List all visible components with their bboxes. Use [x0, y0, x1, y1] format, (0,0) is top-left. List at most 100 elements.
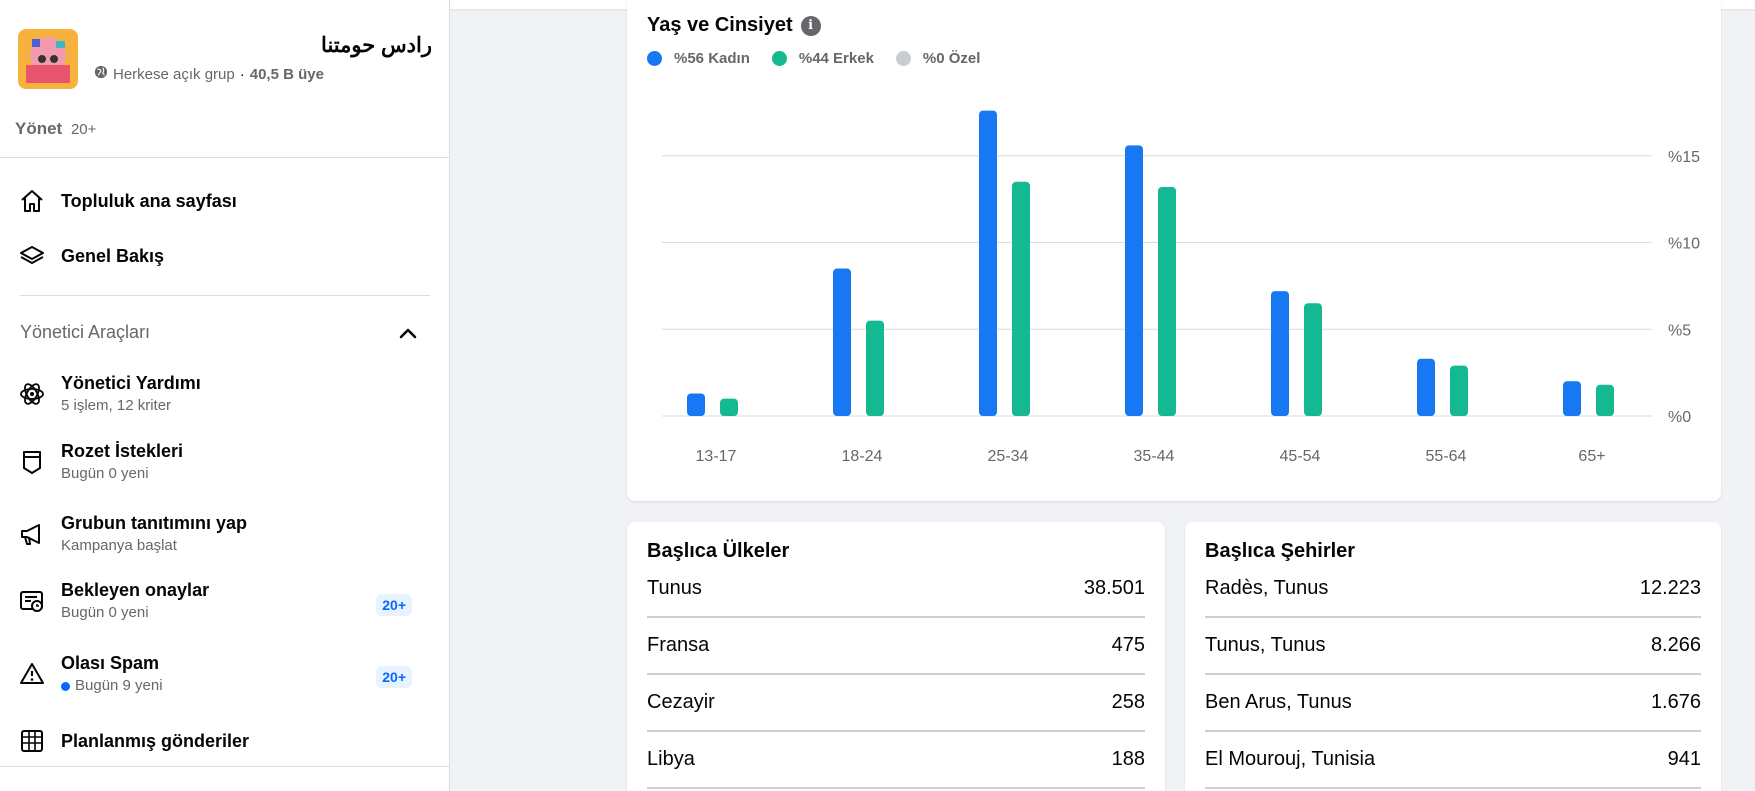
nav-badge-requests-label: Rozet İstekleri — [61, 441, 184, 461]
table-row: Libya 188 — [647, 732, 1145, 789]
nav-overview[interactable]: Genel Bakış — [18, 242, 432, 270]
country-name: Tunus — [647, 577, 702, 599]
top-countries-title: Başlıca Ülkeler — [647, 540, 790, 562]
age-gender-chart: %0 %5 %10 %15 13-17 18-24 25-34 35-44 45-54 55-64… — [662, 110, 1700, 465]
badge-icon — [18, 448, 46, 476]
nav-promote[interactable]: Grubun tanıtımını yap Kampanya başlat — [18, 512, 432, 556]
legend-item-men[interactable]: %44 Erkek — [771, 50, 874, 67]
calendar-icon — [18, 727, 46, 755]
x-tick-label: 35-44 — [1134, 448, 1175, 465]
nav-spam-sub: Bugün 9 yeni — [61, 676, 163, 696]
group-meta: Herkese açık grup · 40,5 B üye — [94, 65, 324, 83]
nav-promote-label: Grubun tanıtımını yap — [61, 513, 248, 533]
nav-pending-label: Bekleyen onaylar — [61, 580, 210, 600]
legend-label-other: %0 Özel — [922, 50, 981, 67]
nav-community-home-label: Topluluk ana sayfası — [61, 191, 237, 211]
nav-spam[interactable]: Olası Spam Bugün 9 yeni 20+ — [18, 652, 432, 696]
legend-dot-women — [647, 51, 662, 66]
manage-header: Yönet 20+ — [15, 119, 96, 139]
y-tick-label: %10 — [1668, 236, 1700, 253]
admin-tools-title: Yönetici Araçları — [20, 322, 151, 342]
nav-pending[interactable]: Bekleyen onaylar Bugün 0 yeni 20+ — [18, 579, 432, 623]
bar-women[interactable] — [1563, 381, 1581, 416]
bar-men[interactable] — [1450, 365, 1468, 416]
nav-community-home[interactable]: Topluluk ana sayfası — [18, 187, 432, 215]
bar-men[interactable] — [866, 320, 884, 416]
city-value: 12.223 — [1639, 577, 1701, 599]
city-name: El Mourouj, Tunisia — [1205, 748, 1376, 770]
chevron-up-icon[interactable] — [396, 322, 420, 346]
x-tick-label: 45-54 — [1280, 448, 1321, 465]
country-value: 188 — [1111, 748, 1145, 770]
country-value: 38.501 — [1083, 577, 1145, 599]
nav-spam-sub-text: Bugün 9 yeni — [75, 677, 163, 694]
x-tick-label: 13-17 — [696, 448, 737, 465]
chart-title: Yaş ve Cinsiyet — [647, 14, 793, 36]
nav-overview-label: Genel Bakış — [61, 246, 165, 266]
nav-scheduled[interactable]: Planlanmış gönderiler — [18, 727, 432, 755]
bar-men[interactable] — [1012, 181, 1030, 416]
table-row: Ben Arus, Tunus 1.676 — [1205, 675, 1701, 732]
bar-men[interactable] — [1596, 384, 1614, 416]
sidebar: رادس حومتنا Herkese açık grup · 40,5 B ü… — [0, 0, 450, 791]
table-row: El Mourouj, Tunisia 941 — [1205, 732, 1701, 789]
bar-women[interactable] — [687, 393, 705, 416]
legend-item-other[interactable]: %0 Özel — [895, 50, 981, 67]
city-name: Ben Arus, Tunus — [1205, 691, 1352, 713]
nav-scheduled-label: Planlanmış gönderiler — [61, 731, 250, 751]
city-name: Tunus, Tunus — [1205, 634, 1326, 656]
group-header: رادس حومتنا Herkese açık grup · 40,5 B ü… — [18, 29, 432, 89]
bar-men[interactable] — [720, 398, 738, 416]
manage-count: 20+ — [70, 121, 97, 138]
y-tick-label: %0 — [1668, 409, 1691, 426]
table-row: Tunus 38.501 — [647, 561, 1145, 618]
group-name[interactable]: رادس حومتنا — [321, 33, 432, 58]
layers-icon — [18, 242, 46, 270]
bar-women[interactable] — [979, 110, 997, 416]
nav-admin-assist[interactable]: Yönetici Yardımı 5 işlem, 12 kriter — [18, 372, 432, 416]
info-icon[interactable]: i — [800, 15, 821, 36]
bar-women[interactable] — [1271, 291, 1289, 416]
bar-women[interactable] — [1125, 145, 1143, 416]
nav-badge-requests[interactable]: Rozet İstekleri Bugün 0 yeni — [18, 440, 432, 484]
legend-dot-men — [771, 51, 787, 66]
country-value: 258 — [1111, 691, 1145, 713]
city-name: Radès, Tunus — [1205, 577, 1329, 599]
x-tick-label: 55-64 — [1426, 448, 1467, 465]
pending-list-icon — [18, 587, 46, 615]
divider — [20, 295, 430, 296]
country-name: Libya — [647, 748, 695, 770]
table-row: Fransa 475 — [647, 618, 1145, 675]
legend-label-women: %56 Kadın — [674, 50, 750, 67]
bar-men[interactable] — [1158, 186, 1176, 416]
y-tick-label: %15 — [1668, 149, 1700, 166]
group-avatar[interactable] — [18, 29, 78, 89]
group-members[interactable]: 40,5 B üye — [250, 66, 324, 83]
table-row: Cezayir 258 — [647, 675, 1145, 732]
x-tick-label: 18-24 — [842, 448, 883, 465]
legend-item-women[interactable]: %56 Kadın — [647, 50, 750, 67]
country-value: 475 — [1111, 634, 1145, 656]
globe-icon — [94, 65, 108, 83]
age-gender-card: %0 %5 %10 %15 13-17 18-24 25-34 35-44 45-54 55-64… — [627, 0, 1721, 501]
nav-spam-label: Olası Spam — [61, 653, 160, 673]
bar-women[interactable] — [1417, 358, 1435, 416]
city-value: 941 — [1667, 748, 1701, 770]
manage-label: Yönet — [15, 119, 63, 138]
spam-count-badge: 20+ — [376, 666, 412, 688]
table-row: Tunus, Tunus 8.266 — [1205, 618, 1701, 675]
meta-separator: · — [239, 65, 245, 83]
new-dot-icon — [61, 681, 70, 691]
nav-badge-requests-sub: Bugün 0 yeni — [61, 465, 149, 482]
divider — [0, 157, 449, 158]
country-name: Fransa — [647, 634, 710, 656]
city-value: 1.676 — [1650, 691, 1701, 713]
y-tick-label: %5 — [1668, 322, 1691, 339]
country-name: Cezayir — [647, 691, 715, 713]
bar-men[interactable] — [1304, 303, 1322, 416]
home-icon — [18, 187, 46, 215]
legend-label-men: %44 Erkek — [798, 50, 874, 67]
bar-women[interactable] — [833, 268, 851, 416]
x-tick-label: 65+ — [1578, 448, 1605, 465]
nav-promote-sub: Kampanya başlat — [61, 537, 177, 554]
